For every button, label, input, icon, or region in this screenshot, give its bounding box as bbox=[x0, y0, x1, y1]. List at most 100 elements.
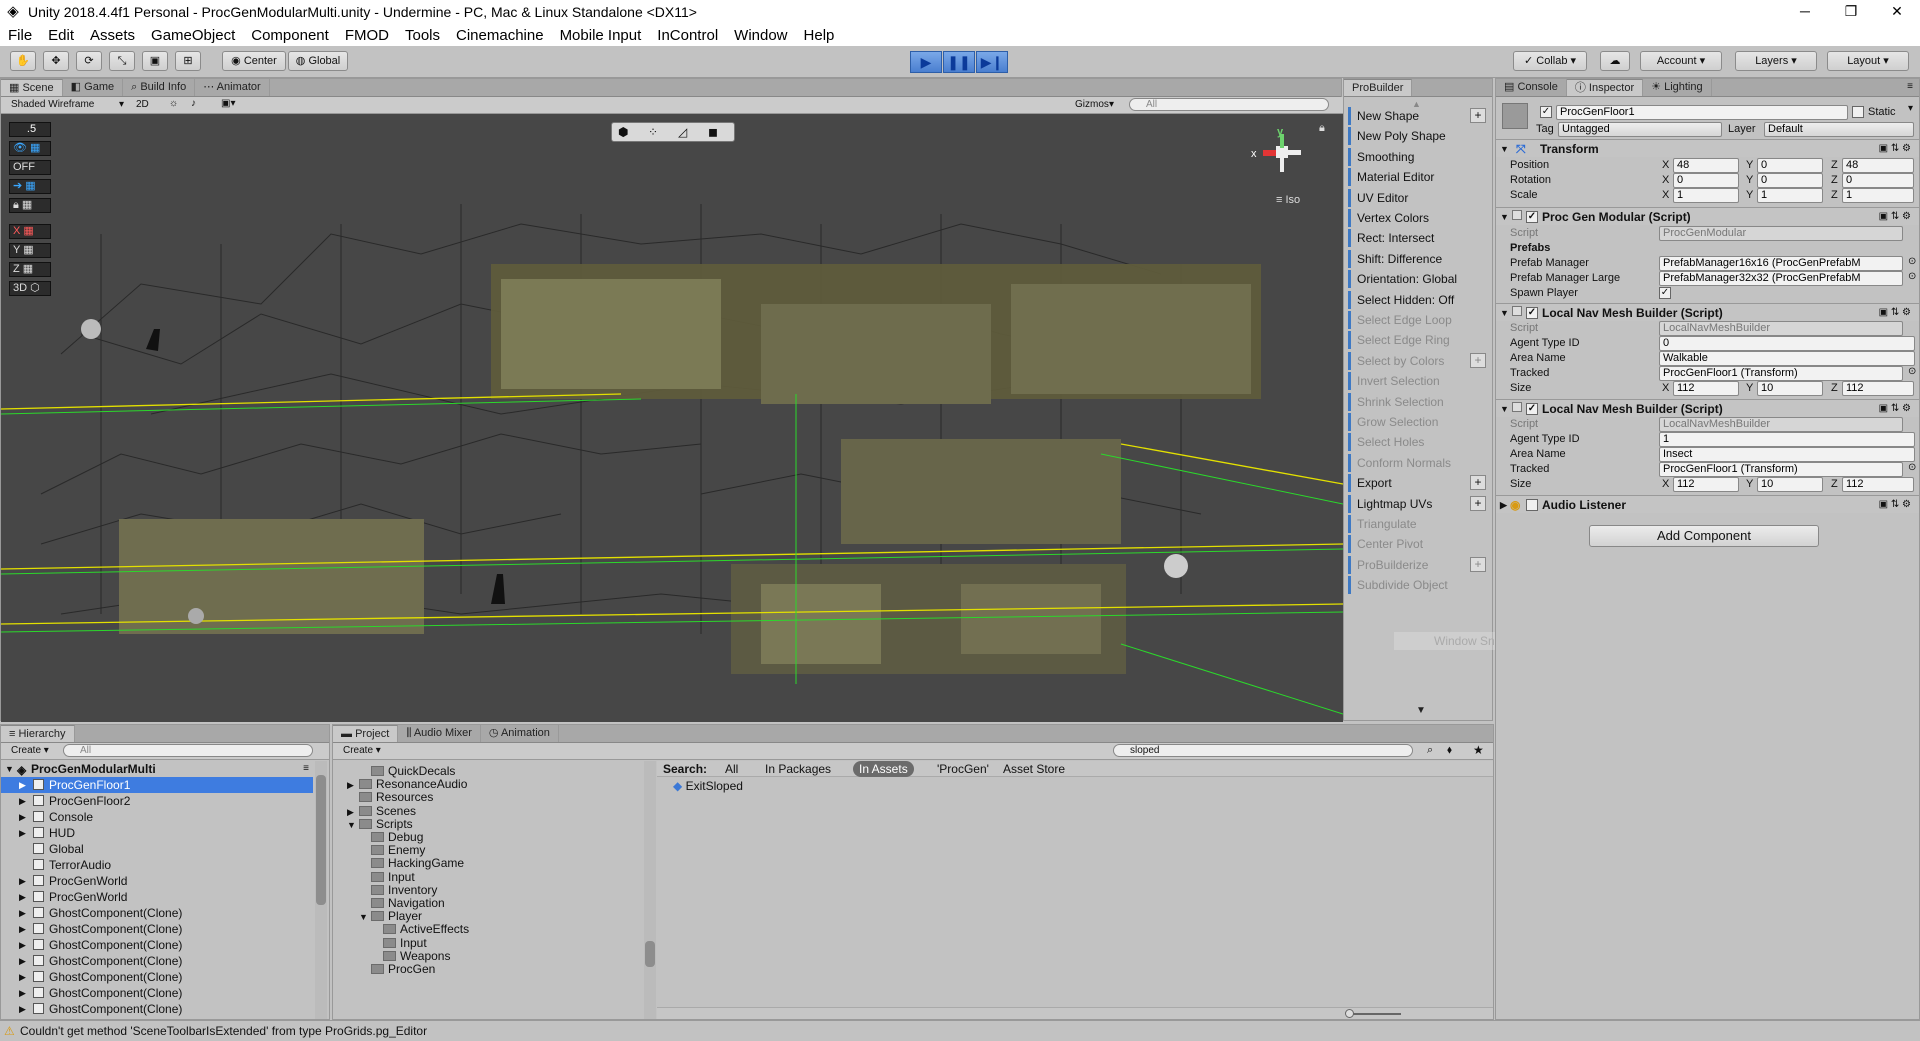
object-picker-icon[interactable]: ⊙ bbox=[1908, 462, 1916, 473]
folder-item[interactable]: ProcGen bbox=[359, 961, 435, 977]
account-dropdown[interactable]: Account ▾ bbox=[1640, 51, 1722, 71]
component-enabled-checkbox[interactable]: ✓ bbox=[1526, 307, 1538, 319]
filter-in-assets[interactable]: In Assets bbox=[853, 761, 914, 777]
menu-window[interactable]: Window bbox=[726, 27, 795, 44]
tab-animation[interactable]: ◷ Animation bbox=[481, 725, 559, 742]
hierarchy-item[interactable]: TerrorAudio bbox=[1, 857, 313, 873]
project-search-input[interactable]: sloped bbox=[1113, 744, 1413, 757]
expand-arrow-icon[interactable]: ▶ bbox=[19, 905, 26, 921]
asset-result-item[interactable]: ◆ ExitSloped bbox=[673, 779, 743, 793]
add-component-button[interactable]: Add Component bbox=[1589, 525, 1819, 547]
rotation-z-field[interactable]: 0 bbox=[1842, 173, 1914, 188]
expand-arrow-icon[interactable]: ▶ bbox=[19, 953, 26, 969]
hierarchy-item[interactable]: ▶ GhostComponent(Clone) bbox=[1, 953, 313, 969]
menu-assets[interactable]: Assets bbox=[82, 27, 143, 44]
component-settings-icon[interactable]: ▣ ⇅ ⚙ bbox=[1879, 304, 1911, 322]
probuilder-item-select-holes[interactable]: Select Holes bbox=[1348, 433, 1488, 452]
probuilder-item-select-edge-ring[interactable]: Select Edge Ring bbox=[1348, 331, 1488, 350]
hierarchy-item[interactable]: ▶ ProcGenFloor1 bbox=[1, 777, 313, 793]
progrids-lock-icon[interactable]: 🔒︎ ▦ bbox=[9, 198, 51, 213]
scene-root-item[interactable]: ▼ ◈ ProcGenModularMulti ≡ bbox=[1, 761, 313, 777]
component-enabled-checkbox[interactable]: ✓ bbox=[1526, 211, 1538, 223]
scene-menu-icon[interactable]: ≡ bbox=[303, 761, 309, 777]
probuilder-item-select-by-colors[interactable]: Select by Colors + bbox=[1348, 351, 1488, 370]
component-settings-icon[interactable]: ▣ ⇅ ⚙ bbox=[1879, 140, 1911, 158]
probuilder-item-orientation-global[interactable]: Orientation: Global bbox=[1348, 270, 1488, 289]
probuilder-item-invert-selection[interactable]: Invert Selection bbox=[1348, 372, 1488, 391]
component-settings-icon[interactable]: ▣ ⇅ ⚙ bbox=[1879, 400, 1911, 418]
scene-search-input[interactable]: All bbox=[1129, 98, 1329, 111]
collab-dropdown[interactable]: ✓ Collab ▾ bbox=[1513, 51, 1587, 71]
hierarchy-item[interactable]: ▶ GhostComponent(Clone) bbox=[1, 905, 313, 921]
foldout-arrow-icon[interactable]: ▼ bbox=[1500, 400, 1509, 418]
project-tree-scrollbar[interactable] bbox=[644, 761, 656, 1019]
prefab-manager-large-field[interactable]: PrefabManager32x32 (ProcGenPrefabM bbox=[1659, 271, 1903, 286]
probuilder-item-new-shape[interactable]: New Shape + bbox=[1348, 107, 1488, 125]
hierarchy-item[interactable]: ▶ GhostComponent(Clone) bbox=[1, 969, 313, 985]
filter-all[interactable]: All bbox=[725, 761, 738, 777]
tab-hierarchy[interactable]: ≡ Hierarchy bbox=[1, 725, 75, 742]
component-enabled-checkbox[interactable] bbox=[1526, 499, 1538, 511]
expand-arrow-icon[interactable]: ▶ bbox=[19, 985, 26, 1001]
position-y-field[interactable]: 0 bbox=[1757, 158, 1823, 173]
search-by-type-icon[interactable]: ⌕ bbox=[1427, 744, 1433, 757]
options-plus-icon[interactable]: + bbox=[1470, 556, 1486, 572]
edge-mode-icon[interactable]: ◿ bbox=[678, 125, 687, 139]
tracked-field[interactable]: ProcGenFloor1 (Transform) bbox=[1659, 462, 1903, 477]
lock-icon[interactable]: 🔒︎ bbox=[1319, 122, 1325, 135]
gizmos-chevron-icon[interactable]: ▾ bbox=[1109, 99, 1114, 110]
size-y-field[interactable]: 10 bbox=[1757, 381, 1823, 396]
face-mode-icon[interactable]: ◼ bbox=[708, 125, 718, 139]
object-picker-icon[interactable]: ⊙ bbox=[1908, 256, 1916, 267]
probuilder-item-uv-editor[interactable]: UV Editor bbox=[1348, 188, 1488, 207]
rotation-x-field[interactable]: 0 bbox=[1673, 173, 1739, 188]
menu-fmod[interactable]: FMOD bbox=[337, 27, 397, 44]
close-button[interactable]: ✕ bbox=[1874, 0, 1920, 24]
scale-z-field[interactable]: 1 bbox=[1842, 188, 1914, 203]
expand-arrow-icon[interactable]: ▶ bbox=[19, 1001, 26, 1017]
expand-arrow-icon[interactable]: ▶ bbox=[19, 793, 26, 809]
transform-header[interactable]: ▼ ⤧ Transform ▣ ⇅ ⚙ bbox=[1496, 139, 1919, 157]
folder-arrow-icon[interactable]: ▼ bbox=[359, 909, 371, 925]
size-z-field[interactable]: 112 bbox=[1842, 477, 1914, 492]
draw-mode-chevron-icon[interactable]: ▾ bbox=[119, 99, 124, 110]
tab-lighting[interactable]: ☀ Lighting bbox=[1643, 79, 1712, 96]
menu-gameobject[interactable]: GameObject bbox=[143, 27, 243, 44]
tab-probuilder[interactable]: ProBuilder bbox=[1344, 79, 1413, 96]
pivot-global-toggle[interactable]: ◍ Global bbox=[288, 51, 348, 71]
vertex-mode-icon[interactable]: ⁘ bbox=[648, 125, 658, 139]
static-checkbox[interactable] bbox=[1852, 106, 1864, 118]
projection-iso-label[interactable]: ≡ Iso bbox=[1276, 194, 1300, 206]
scroll-down-icon[interactable]: ▼ bbox=[1416, 705, 1426, 716]
tab-audio-mixer[interactable]: ⫼ Audio Mixer bbox=[398, 725, 481, 742]
probuilder-item-smoothing[interactable]: Smoothing bbox=[1348, 147, 1488, 166]
minimize-button[interactable]: ─ bbox=[1782, 0, 1828, 24]
hierarchy-item[interactable]: ▶ GhostComponent(Clone) bbox=[1, 985, 313, 1001]
component-settings-icon[interactable]: ▣ ⇅ ⚙ bbox=[1879, 208, 1911, 226]
hierarchy-item[interactable]: ▶ HUD bbox=[1, 825, 313, 841]
position-x-field[interactable]: 48 bbox=[1673, 158, 1739, 173]
static-chevron-icon[interactable]: ▾ bbox=[1908, 103, 1913, 114]
tab-animator[interactable]: ⋯ Animator bbox=[195, 79, 270, 96]
probuilder-item-material-editor[interactable]: Material Editor bbox=[1348, 168, 1488, 187]
agent-type-field[interactable]: 1 bbox=[1659, 432, 1915, 447]
expand-arrow-icon[interactable]: ▶ bbox=[19, 777, 26, 793]
effects-toggle-icon[interactable]: ▣▾ bbox=[221, 98, 235, 109]
menu-mobile-input[interactable]: Mobile Input bbox=[552, 27, 650, 44]
probuilder-item-lightmap-uvs[interactable]: Lightmap UVs + bbox=[1348, 494, 1488, 513]
layer-dropdown[interactable]: Default bbox=[1764, 122, 1914, 137]
probuilder-item-shrink-selection[interactable]: Shrink Selection bbox=[1348, 392, 1488, 411]
object-picker-icon[interactable]: ⊙ bbox=[1908, 366, 1916, 377]
menu-file[interactable]: File bbox=[0, 27, 40, 44]
scale-tool-icon[interactable]: ⤡ bbox=[109, 51, 135, 71]
pause-button[interactable]: ❚❚ bbox=[943, 51, 975, 73]
mode-2d-toggle[interactable]: 2D bbox=[136, 99, 149, 110]
probuilder-item-select-hidden-off[interactable]: Select Hidden: Off bbox=[1348, 290, 1488, 309]
expand-arrow-icon[interactable]: ▶ bbox=[19, 825, 26, 841]
object-picker-icon[interactable]: ⊙ bbox=[1908, 271, 1916, 282]
tab-scene[interactable]: ▦ Scene bbox=[1, 79, 63, 96]
foldout-arrow-icon[interactable]: ▶ bbox=[1500, 496, 1507, 514]
pivot-center-toggle[interactable]: ◉ Center bbox=[222, 51, 286, 71]
progrids-z-axis[interactable]: Z ▦ bbox=[9, 262, 51, 277]
tab-console[interactable]: ▤ Console bbox=[1496, 79, 1567, 96]
